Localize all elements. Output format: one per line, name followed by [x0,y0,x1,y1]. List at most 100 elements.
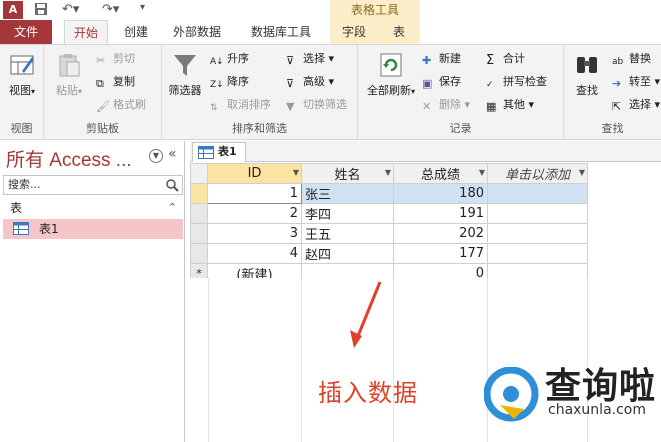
table-row[interactable]: 1 张三 180 [190,183,588,204]
record-selector[interactable] [190,203,208,224]
group-label-clipboard: 剪贴板 [86,122,119,135]
group-view: 视图▾ 视图 [0,45,44,139]
redo-icon[interactable]: ↷▾ [102,2,119,17]
select-all-cell[interactable] [190,163,208,184]
group-clipboard: 粘贴▾ ✂ 剪切 ⧉ 复制 🖌 格式刷 剪贴板 [44,45,162,139]
format-painter-button[interactable]: 🖌 格式刷 [96,95,146,115]
nav-pane-title[interactable]: 所有 Access ... [6,145,132,172]
nav-section-label: 表 [10,201,23,215]
view-icon [10,55,34,75]
grid-line [301,278,302,442]
totals-button[interactable]: Σ 合计 [486,49,525,69]
new-record-button[interactable]: ✚ 新建 [422,49,461,69]
nav-item-label: 表1 [39,222,59,236]
cell-score[interactable]: 177 [393,243,488,264]
replace-button[interactable]: ab 替换 [612,49,651,69]
record-selector[interactable] [190,243,208,264]
tab-table[interactable]: 表 [378,20,420,44]
goto-button[interactable]: ➔ 转至 ▾ [612,72,660,92]
nav-search-input[interactable]: 搜索... [3,175,183,195]
cell-empty[interactable] [487,203,588,224]
group-label-view: 视图 [10,122,33,135]
sort-ascending-icon: A↓ [210,57,224,67]
cell-score[interactable]: 191 [393,203,488,224]
nav-pane-menu-icon[interactable]: ▼ [149,149,163,163]
binoculars-icon [577,57,597,73]
cell-name[interactable]: 赵四 [301,243,394,264]
cell-empty[interactable] [487,183,588,204]
chevron-up-icon: ⌃ [167,201,177,214]
annotation-arrow-icon [350,281,382,348]
spelling-button[interactable]: ✓ 拼写检查 [486,72,547,92]
tab-home[interactable]: 开始 [64,20,108,44]
nav-section-tables[interactable]: 表 ⌃ [3,199,183,217]
replace-icon: ab [612,57,624,67]
cell-score[interactable]: 202 [393,223,488,244]
more-icon: ▦ [486,100,497,113]
paste-button[interactable]: 粘贴▾ [52,51,86,98]
chevron-down-icon[interactable]: ▼ [385,168,391,177]
document-tabs: 表1 [190,141,661,162]
watermark-url: chaxunla.com [548,402,646,418]
toggle-filter-icon: ▼ [286,100,295,113]
tab-fields[interactable]: 字段 [330,20,378,44]
ribbon-tabs: 文件 开始 创建 外部数据 数据库工具 字段 表 [0,20,661,44]
undo-icon[interactable]: ↶▾ [62,2,79,17]
cut-button[interactable]: ✂ 剪切 [96,49,135,69]
collapse-nav-icon[interactable]: « [168,146,177,162]
cell-name[interactable]: 张三 [301,183,394,204]
find-button[interactable]: 查找 [570,51,604,98]
tab-external-data[interactable]: 外部数据 [166,20,228,44]
cell-empty[interactable] [487,243,588,264]
table-row[interactable]: 3 王五 202 [190,223,588,244]
cell-name[interactable]: 王五 [301,223,394,244]
refresh-all-button[interactable]: 全部刷新▾ [364,51,418,98]
group-find: 查找 ab 替换 ➔ 转至 ▾ ⇱ 选择 ▾ 查找 [564,45,661,139]
group-label-records: 记录 [449,122,472,135]
title-bar: A ↶▾ ↷▾ ▾ 表格工具 [0,0,661,20]
advanced-filter-button[interactable]: ⊽ 高级 ▾ [286,72,334,92]
more-button[interactable]: ▦ 其他 ▾ [486,95,534,115]
nav-item-table1[interactable]: 表1 [3,219,183,239]
table-icon [13,222,29,235]
record-selector[interactable] [190,183,208,204]
sort-descending-icon: Z↓ [210,80,224,90]
save-icon[interactable] [34,2,48,20]
cell-score[interactable]: 180 [393,183,488,204]
selection-filter-button[interactable]: ⊽ 选择 ▾ [286,49,334,69]
tab-create[interactable]: 创建 [118,20,154,44]
column-header-name[interactable]: 姓名 ▼ [301,163,394,184]
table-row[interactable]: 2 李四 191 [190,203,588,224]
tab-database-tools[interactable]: 数据库工具 [244,20,318,44]
toggle-filter-button[interactable]: ▼ 切换筛选 [286,95,347,115]
chevron-down-icon[interactable]: ▼ [579,168,585,177]
column-header-score[interactable]: 总成绩 ▼ [393,163,488,184]
remove-sort-button[interactable]: ⇅ 取消排序 [210,95,271,115]
copy-button[interactable]: ⧉ 复制 [96,72,135,92]
sort-ascending-button[interactable]: A↓ 升序 [210,49,249,69]
delete-record-button[interactable]: ✕ 删除 ▾ [422,95,470,115]
chevron-down-icon[interactable]: ▼ [479,168,485,177]
chevron-down-icon[interactable]: ▼ [293,168,299,177]
record-selector[interactable] [190,223,208,244]
table-row[interactable]: 4 赵四 177 [190,243,588,264]
column-header-click-to-add[interactable]: 单击以添加 ▼ [487,163,588,184]
cell-empty[interactable] [487,223,588,244]
cell-id[interactable]: 3 [207,223,302,244]
doc-tab-table1[interactable]: 表1 [192,142,246,162]
view-button[interactable]: 视图▾ [5,51,39,98]
filter-button[interactable]: 筛选器 [166,51,204,98]
cell-id[interactable]: 2 [207,203,302,224]
cell-id[interactable]: 4 [207,243,302,264]
cell-id[interactable]: 1 [207,183,302,204]
sort-descending-button[interactable]: Z↓ 降序 [210,72,249,92]
column-header-id[interactable]: ID ▼ [207,163,302,184]
select-button[interactable]: ⇱ 选择 ▾ [612,95,660,115]
tab-file[interactable]: 文件 [0,20,52,44]
group-sort-filter: 筛选器 A↓ 升序 Z↓ 降序 ⇅ 取消排序 ⊽ 选择 ▾ ⊽ 高级 ▾ ▼ 切换筛选 排序… [162,45,358,139]
save-record-button[interactable]: ▣ 保存 [422,72,461,92]
cell-name[interactable]: 李四 [301,203,394,224]
delete-icon: ✕ [422,100,432,113]
customize-qat-icon[interactable]: ▾ [140,2,145,13]
cursor-icon: ⇱ [612,100,622,113]
